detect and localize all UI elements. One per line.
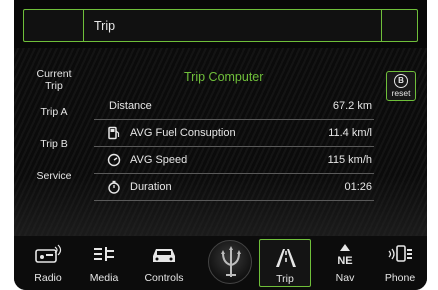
row-label: Distance	[109, 100, 152, 112]
page-title: Trip	[94, 19, 116, 33]
stopwatch-icon	[107, 180, 121, 194]
trip-row-speed: AVG Speed 115 km/h	[94, 147, 374, 174]
nav-nav-button[interactable]: NE Nav	[319, 236, 371, 290]
trip-data-list: Distance 67.2 km AVG Fuel Consuption 11.…	[94, 93, 374, 201]
bottom-nav: Radio Media Controls Trip NE Nav Phone	[14, 236, 427, 290]
top-bar-right-segment[interactable]	[381, 10, 417, 41]
nav-trip-button[interactable]: Trip	[259, 239, 311, 287]
nav-controls-button[interactable]: Controls	[138, 236, 190, 290]
compass-icon: NE	[319, 242, 371, 267]
car-icon	[138, 242, 190, 266]
nav-label: Trip	[276, 273, 294, 285]
sidebar: Current Trip Trip A Trip B Service	[14, 48, 94, 236]
trident-logo-icon	[221, 246, 241, 277]
nav-radio-button[interactable]: Radio	[22, 236, 74, 290]
top-bar: Trip	[23, 9, 418, 42]
row-value: 115 km/h	[327, 154, 372, 166]
sidebar-item-current-trip[interactable]: Current Trip	[14, 68, 94, 92]
nav-label: Media	[89, 272, 119, 284]
row-value: 11.4 km/l	[328, 127, 372, 139]
trip-row-distance: Distance 67.2 km	[94, 93, 374, 120]
radio-icon	[22, 242, 74, 266]
row-label: AVG Speed	[130, 154, 188, 166]
row-label: Duration	[130, 181, 172, 193]
nav-label: Controls	[144, 272, 184, 284]
sidebar-item-label: Trip	[45, 80, 63, 92]
speedometer-icon	[107, 153, 121, 167]
row-value: 67.2 km	[332, 100, 372, 112]
sidebar-item-trip-b[interactable]: Trip B	[14, 138, 94, 150]
nav-phone-button[interactable]: Phone	[374, 236, 426, 290]
nav-label: Phone	[384, 272, 416, 284]
phone-icon	[374, 242, 426, 266]
panel-title: Trip Computer	[184, 70, 264, 84]
heading-badge: NE	[337, 255, 352, 266]
sidebar-item-trip-a[interactable]: Trip A	[14, 106, 94, 118]
fuel-pump-icon	[107, 126, 121, 140]
infotainment-screen: Trip Current Trip Trip A Trip B Service …	[14, 0, 427, 290]
nav-label: Radio	[34, 272, 62, 284]
media-icon	[78, 242, 130, 266]
trip-row-fuel: AVG Fuel Consuption 11.4 km/l	[94, 120, 374, 147]
trip-row-duration: Duration 01:26	[94, 174, 374, 201]
home-logo-button[interactable]	[208, 240, 252, 284]
top-bar-left-segment[interactable]	[24, 10, 84, 41]
sidebar-item-label: Trip A	[40, 106, 68, 118]
sidebar-item-service[interactable]: Service	[14, 170, 94, 182]
sidebar-item-label: Current	[36, 68, 72, 80]
reset-label: reset	[391, 88, 411, 98]
road-icon	[260, 246, 310, 270]
main-content: Current Trip Trip A Trip B Service Trip …	[14, 48, 427, 236]
sidebar-item-label: Trip B	[40, 138, 68, 150]
sidebar-item-label: Service	[36, 170, 72, 182]
trip-b-badge: B	[394, 74, 408, 88]
reset-button[interactable]: B reset	[386, 71, 416, 101]
nav-media-button[interactable]: Media	[78, 236, 130, 290]
row-label: AVG Fuel Consuption	[130, 127, 236, 139]
nav-label: Nav	[335, 272, 355, 284]
row-value: 01:26	[344, 181, 372, 193]
